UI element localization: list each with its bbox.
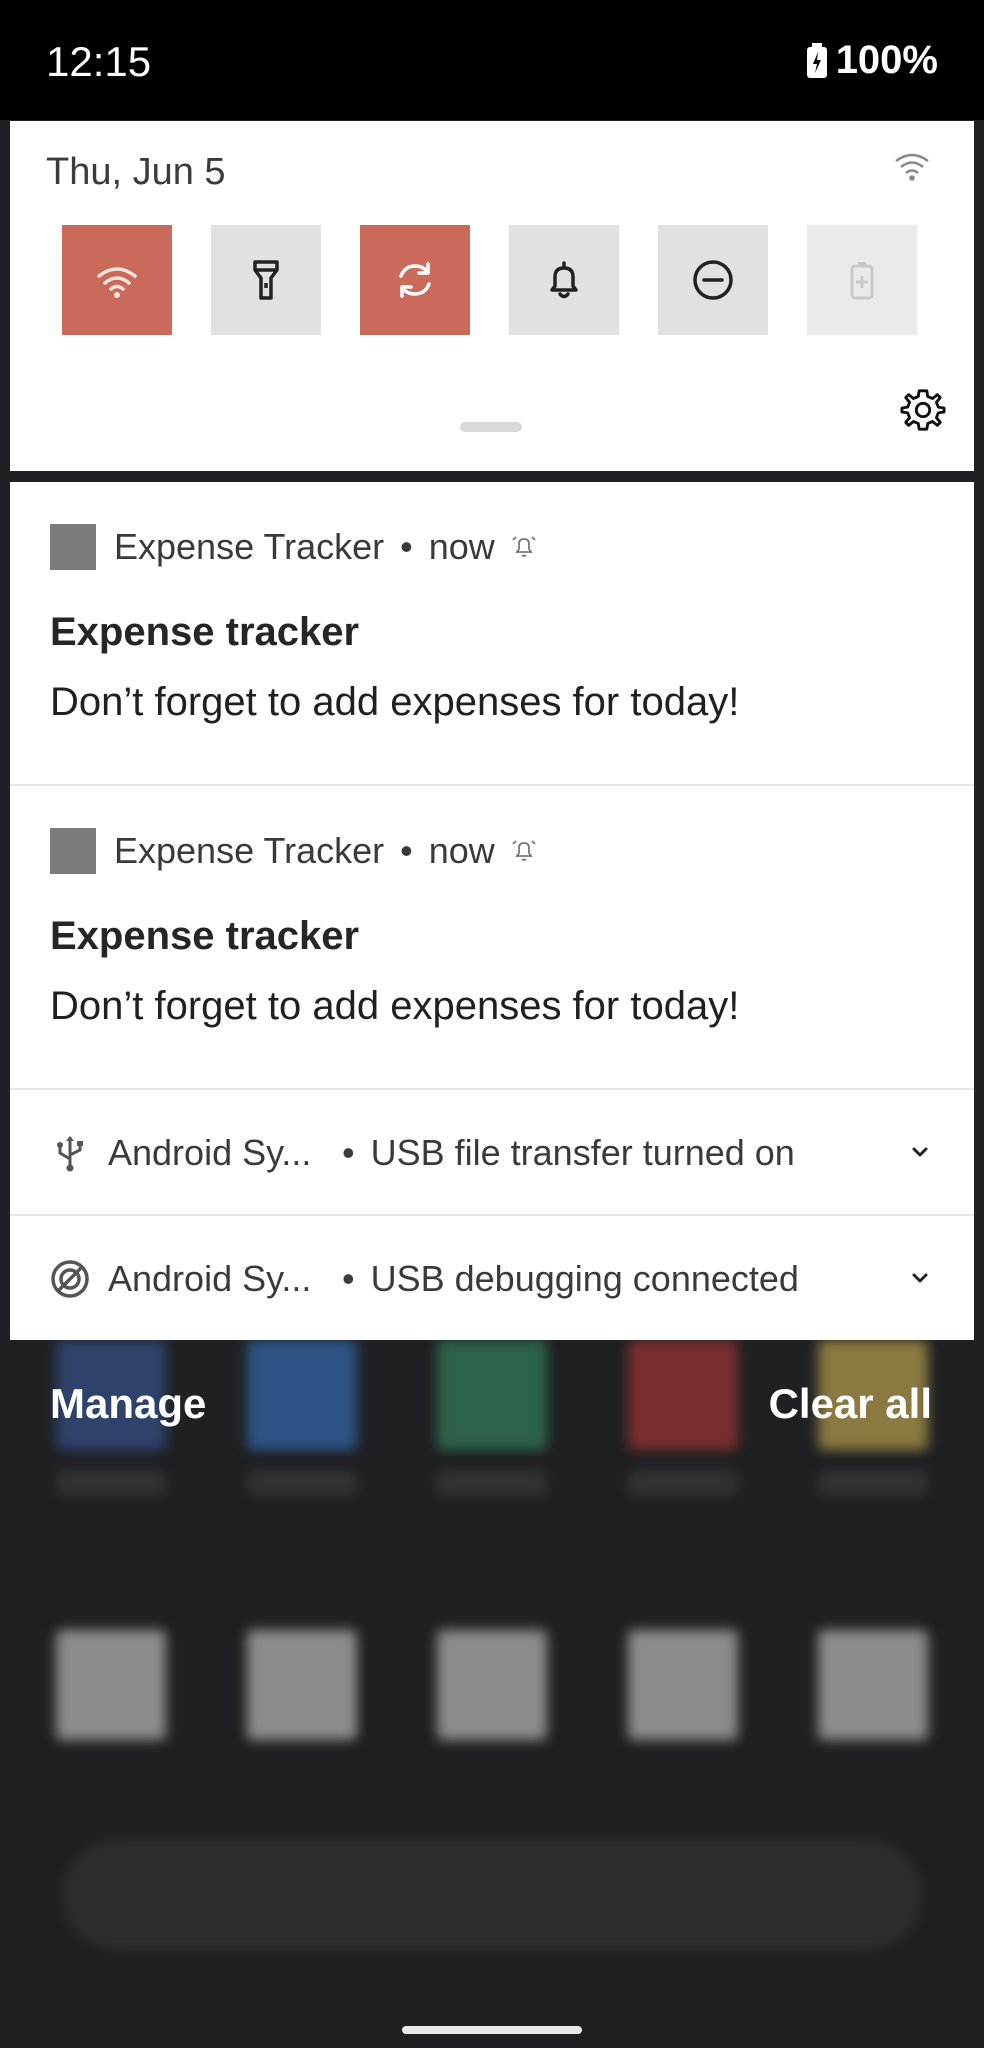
notification-app-name: Android Sy...: [108, 1258, 312, 1299]
blurred-label: [246, 1470, 357, 1496]
notification-app-name: Expense Tracker: [114, 526, 385, 567]
rotate-icon: [399, 262, 431, 298]
battery-percent: 100%: [835, 38, 938, 82]
usb-debugging-notification[interactable]: Android Sy... • USB debugging connected: [10, 1216, 974, 1342]
separator-dot: •: [342, 1132, 355, 1173]
notification-app-name: Android Sy...: [108, 1132, 312, 1173]
phone-icon: [56, 1630, 166, 1740]
home-app-labels: [56, 1470, 928, 1510]
battery-saver-icon: [850, 262, 874, 300]
separator-dot: •: [400, 830, 413, 871]
bell-icon: [550, 261, 578, 299]
separator-dot: •: [342, 1258, 355, 1299]
notification-list: Expense Tracker • now Expense tracker Do…: [10, 482, 974, 1340]
expense-app-icon: [437, 1340, 547, 1450]
auto-rotate-tile[interactable]: [360, 225, 470, 335]
notification-card[interactable]: Expense Tracker • now Expense tracker Do…: [10, 482, 974, 786]
camera-icon: [437, 1630, 547, 1740]
notification-time: now: [428, 526, 495, 567]
notification-app-name: Expense Tracker: [114, 830, 385, 871]
dnd-tile[interactable]: [658, 225, 768, 335]
blurred-label: [627, 1470, 738, 1496]
blurred-label: [56, 1470, 166, 1496]
chevron-down-icon[interactable]: [906, 1138, 934, 1166]
battery-status: 100%: [806, 38, 938, 83]
wifi-tile[interactable]: [62, 225, 172, 335]
quick-settings-tiles: [62, 225, 917, 335]
notification-text: USB file transfer turned on: [370, 1132, 795, 1173]
notification-title: Expense tracker: [50, 610, 360, 654]
qs-drag-handle[interactable]: [460, 422, 522, 432]
notification-header: Expense Tracker • now: [50, 828, 537, 874]
blurred-label: [818, 1470, 928, 1496]
notification-time: now: [428, 830, 495, 871]
manage-button[interactable]: Manage: [50, 1380, 206, 1428]
sound-tile[interactable]: [509, 225, 619, 335]
notification-card[interactable]: Expense Tracker • now Expense tracker Do…: [10, 786, 974, 1090]
chevron-down-icon[interactable]: [906, 1264, 934, 1292]
notification-row: Android Sy... • USB debugging connected: [50, 1258, 934, 1300]
wifi-signal-icon: [895, 153, 929, 181]
blurred-label: [437, 1470, 547, 1496]
chrome-icon: [818, 1630, 928, 1740]
flashlight-tile[interactable]: [211, 225, 321, 335]
status-time: 12:15: [46, 38, 152, 85]
notification-title: Expense tracker: [50, 914, 360, 958]
alert-bell-icon: [512, 536, 536, 557]
notification-text: USB debugging connected: [370, 1258, 799, 1299]
messages-icon: [246, 1630, 357, 1740]
dnd-icon: [693, 260, 733, 300]
notification-row: Android Sy... • USB file transfer turned…: [50, 1132, 934, 1174]
battery-icon: [806, 42, 827, 78]
notification-text: Don’t forget to add expenses for today!: [50, 984, 740, 1028]
clear-all-button[interactable]: Clear all: [769, 1380, 932, 1428]
gesture-nav-handle[interactable]: [402, 2026, 582, 2034]
android-debug-icon: [51, 1260, 89, 1298]
app-icon: [50, 828, 96, 874]
notification-text: Don’t forget to add expenses for today!: [50, 680, 740, 724]
app-icon: [50, 524, 96, 570]
youtube-icon: [627, 1340, 738, 1450]
usb-transfer-notification[interactable]: Android Sy... • USB file transfer turned…: [10, 1090, 974, 1216]
google-search-bar: [62, 1840, 922, 1950]
usb-icon: [57, 1136, 83, 1172]
messenger-icon: [246, 1340, 357, 1450]
notification-header: Expense Tracker • now: [50, 524, 537, 570]
battery-saver-tile[interactable]: [807, 225, 917, 335]
qs-date: Thu, Jun 5: [46, 151, 226, 193]
photos-icon: [627, 1630, 738, 1740]
separator-dot: •: [400, 526, 413, 567]
quick-settings-panel: Thu, Jun 5: [10, 121, 974, 471]
flashlight-icon: [253, 260, 279, 300]
alert-bell-icon: [512, 840, 536, 861]
status-bar: 12:15 100%: [0, 0, 984, 120]
settings-gear-icon[interactable]: [900, 387, 946, 433]
dock-row: [56, 1630, 928, 1740]
wifi-icon: [97, 267, 137, 298]
